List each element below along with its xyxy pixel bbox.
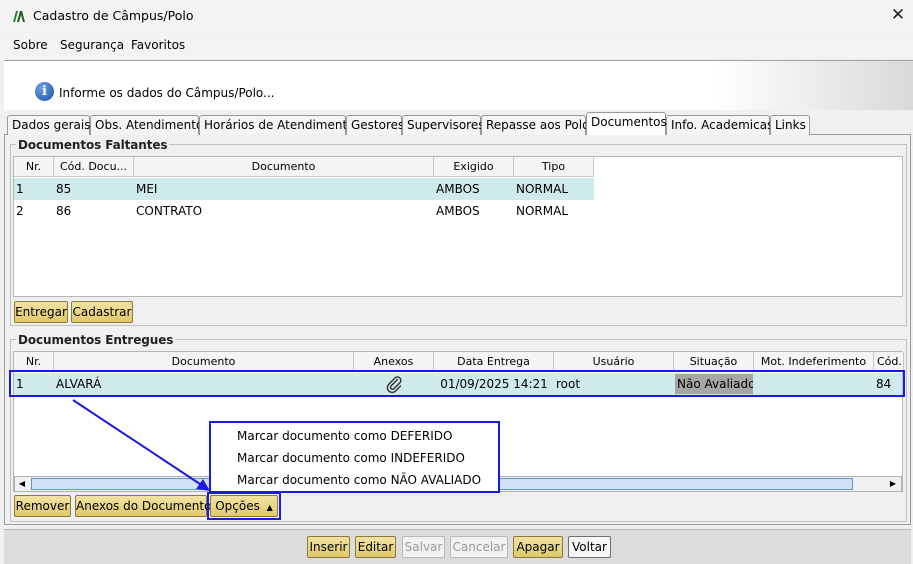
tab-info-academicas[interactable]: Info. Academicas xyxy=(666,115,773,135)
inserir-button[interactable]: Inserir xyxy=(307,536,350,558)
info-message: Informe os dados do Câmpus/Polo... xyxy=(59,86,275,100)
scroll-right-icon[interactable]: ▶ xyxy=(887,478,899,490)
cell-cod: 86 xyxy=(56,204,72,218)
salvar-button[interactable]: Salvar xyxy=(402,536,445,558)
menu-sobre[interactable]: Sobre xyxy=(13,38,48,52)
window-title: Cadastro de Câmpus/Polo xyxy=(33,8,194,23)
cell-nr: 1 xyxy=(16,182,24,196)
menu-favoritos[interactable]: Favoritos xyxy=(131,38,185,52)
annotation-arrow-icon xyxy=(72,399,210,491)
cadastrar-button[interactable]: Cadastrar xyxy=(71,301,133,323)
menu-item-indeferido[interactable]: Marcar documento como INDEFERIDO xyxy=(237,451,465,465)
col-header-tipo[interactable]: Tipo xyxy=(514,157,594,177)
col-header-cod-documento[interactable]: Cód. Docu... xyxy=(54,157,134,177)
cell-documento: MEI xyxy=(136,182,158,196)
col-header-documento[interactable]: Documento xyxy=(54,352,354,372)
close-icon[interactable]: ✕ xyxy=(886,4,910,28)
cell-tipo: NORMAL xyxy=(516,182,569,196)
menu-item-nao-avaliado[interactable]: Marcar documento como NÃO AVALIADO xyxy=(237,473,481,487)
app-logo-icon xyxy=(13,11,25,22)
editar-button[interactable]: Editar xyxy=(355,536,396,558)
col-header-documento[interactable]: Documento xyxy=(134,157,434,177)
menu-item-deferido[interactable]: Marcar documento como DEFERIDO xyxy=(237,429,452,443)
info-icon: i xyxy=(35,82,54,101)
col-header-anexos[interactable]: Anexos xyxy=(354,352,434,372)
group-title-faltantes: Documentos Faltantes xyxy=(16,138,170,152)
col-header-nr[interactable]: Nr. xyxy=(14,157,54,177)
cell-cod: 85 xyxy=(56,182,72,196)
cell-exigido: AMBOS xyxy=(436,182,480,196)
faltantes-grid: Nr. Cód. Docu... Documento Exigido Tipo … xyxy=(13,156,903,297)
tab-supervisores[interactable]: Supervisores xyxy=(402,115,485,135)
menu-seguranca[interactable]: Segurança xyxy=(60,38,124,52)
col-header-situacao[interactable]: Situação xyxy=(674,352,754,372)
col-header-cod[interactable]: Cód. xyxy=(874,352,904,372)
tab-dados-gerais[interactable]: Dados gerais xyxy=(7,115,91,135)
menu-bar: Sobre Segurança Favoritos xyxy=(0,33,913,58)
col-header-data-entrega[interactable]: Data Entrega xyxy=(434,352,554,372)
col-header-nr[interactable]: Nr. xyxy=(14,352,54,372)
voltar-button[interactable]: Voltar xyxy=(568,536,611,558)
opcoes-popup-menu: Marcar documento como DEFERIDO Marcar do… xyxy=(209,421,500,493)
cell-tipo: NORMAL xyxy=(516,204,569,218)
apagar-button[interactable]: Apagar xyxy=(513,536,563,558)
cell-documento: CONTRATO xyxy=(136,204,203,218)
cell-nr: 2 xyxy=(16,204,24,218)
tab-repasse-polos[interactable]: Repasse aos Polos xyxy=(481,115,596,135)
col-header-exigido[interactable]: Exigido xyxy=(434,157,514,177)
tab-horarios-atendimento[interactable]: Horários de Atendimento xyxy=(199,115,355,135)
tab-links[interactable]: Links xyxy=(770,115,810,135)
entregar-button[interactable]: Entregar xyxy=(14,301,68,323)
tab-gestores[interactable]: Gestores xyxy=(346,115,404,135)
scroll-left-icon[interactable]: ◀ xyxy=(16,478,28,490)
cell-exigido: AMBOS xyxy=(436,204,480,218)
info-banner xyxy=(4,60,913,110)
tab-documentos[interactable]: Documentos xyxy=(586,112,667,135)
tab-obs-atendimento[interactable]: Obs. Atendimento xyxy=(90,115,203,135)
cancelar-button[interactable]: Cancelar xyxy=(450,536,508,558)
col-header-usuario[interactable]: Usuário xyxy=(554,352,674,372)
group-title-entregues: Documentos Entregues xyxy=(16,333,176,347)
col-header-mot-indeferimento[interactable]: Mot. Indeferimento xyxy=(754,352,874,372)
